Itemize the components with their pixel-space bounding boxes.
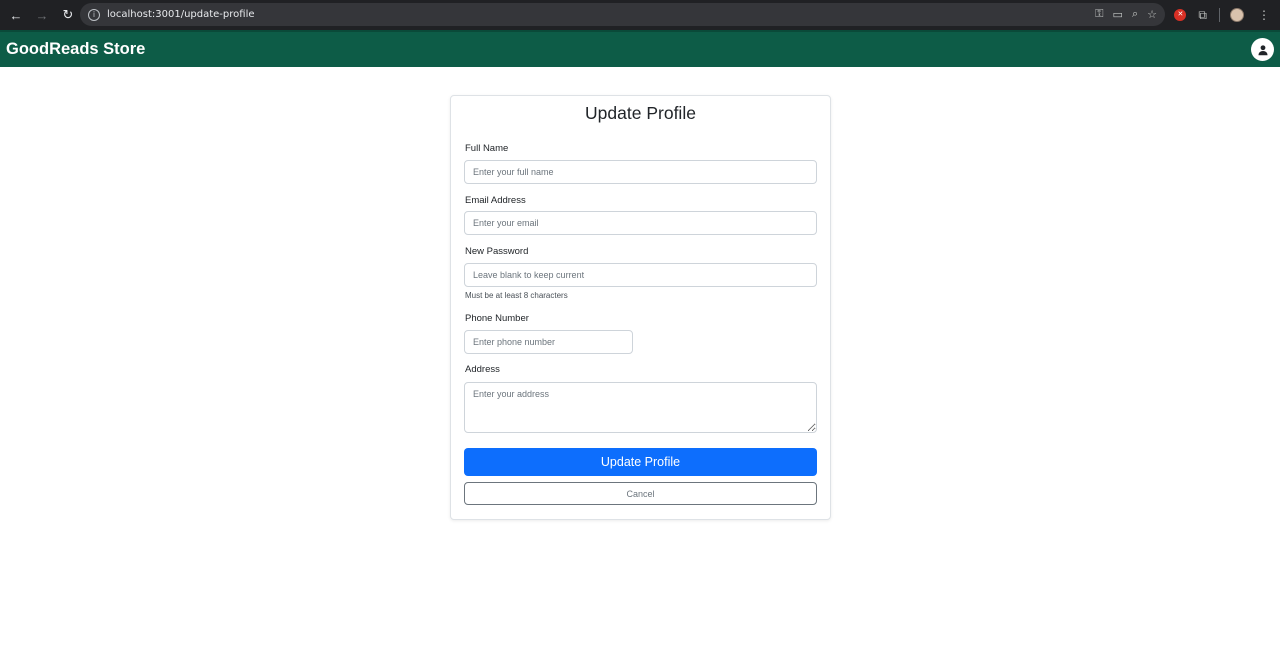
- zoom-icon[interactable]: ⌕: [1132, 8, 1138, 21]
- extensions-puzzle-icon[interactable]: ⧉: [1198, 8, 1207, 23]
- page-title: Update Profile: [585, 103, 696, 123]
- address-bar[interactable]: i localhost:3001/update-profile ⚿ ▭ ⌕ ☆: [80, 3, 1165, 26]
- password-key-icon[interactable]: ⚿: [1095, 8, 1103, 21]
- update-profile-card: Update Profile Full Name Email Address N…: [450, 95, 831, 520]
- cast-icon[interactable]: ▭: [1113, 8, 1123, 21]
- profile-avatar-icon[interactable]: [1230, 8, 1244, 22]
- extension-icon[interactable]: ✕: [1174, 9, 1187, 21]
- back-arrow-icon[interactable]: ←: [4, 3, 28, 27]
- forward-arrow-icon[interactable]: →: [30, 3, 54, 27]
- email-label: Email Address: [465, 195, 526, 206]
- new-password-label: New Password: [465, 246, 529, 257]
- new-password-input[interactable]: [464, 263, 817, 287]
- user-icon: [1258, 44, 1267, 55]
- address-label: Address: [465, 364, 500, 375]
- email-input[interactable]: [464, 211, 817, 235]
- phone-number-input[interactable]: [464, 330, 633, 354]
- password-hint: Must be at least 8 characters: [465, 291, 568, 300]
- menu-kebab-icon[interactable]: ⋮: [1258, 8, 1270, 22]
- cancel-button[interactable]: Cancel: [464, 482, 817, 505]
- app-navbar: GoodReads Store: [0, 30, 1280, 67]
- full-name-label: Full Name: [465, 143, 509, 154]
- brand-logo-text[interactable]: GoodReads Store: [6, 40, 145, 59]
- phone-number-label: Phone Number: [465, 313, 529, 324]
- site-info-icon[interactable]: i: [88, 8, 100, 21]
- address-textarea[interactable]: [464, 382, 817, 433]
- full-name-input[interactable]: [464, 160, 817, 184]
- browser-toolbar: ← → ↻ i localhost:3001/update-profile ⚿ …: [0, 0, 1280, 30]
- address-url[interactable]: localhost:3001/update-profile: [107, 9, 255, 20]
- user-menu-button[interactable]: [1251, 38, 1274, 61]
- update-profile-button[interactable]: Update Profile: [464, 448, 817, 476]
- bookmark-star-icon[interactable]: ☆: [1147, 8, 1157, 21]
- toolbar-divider: [1219, 8, 1220, 22]
- reload-icon[interactable]: ↻: [56, 3, 80, 27]
